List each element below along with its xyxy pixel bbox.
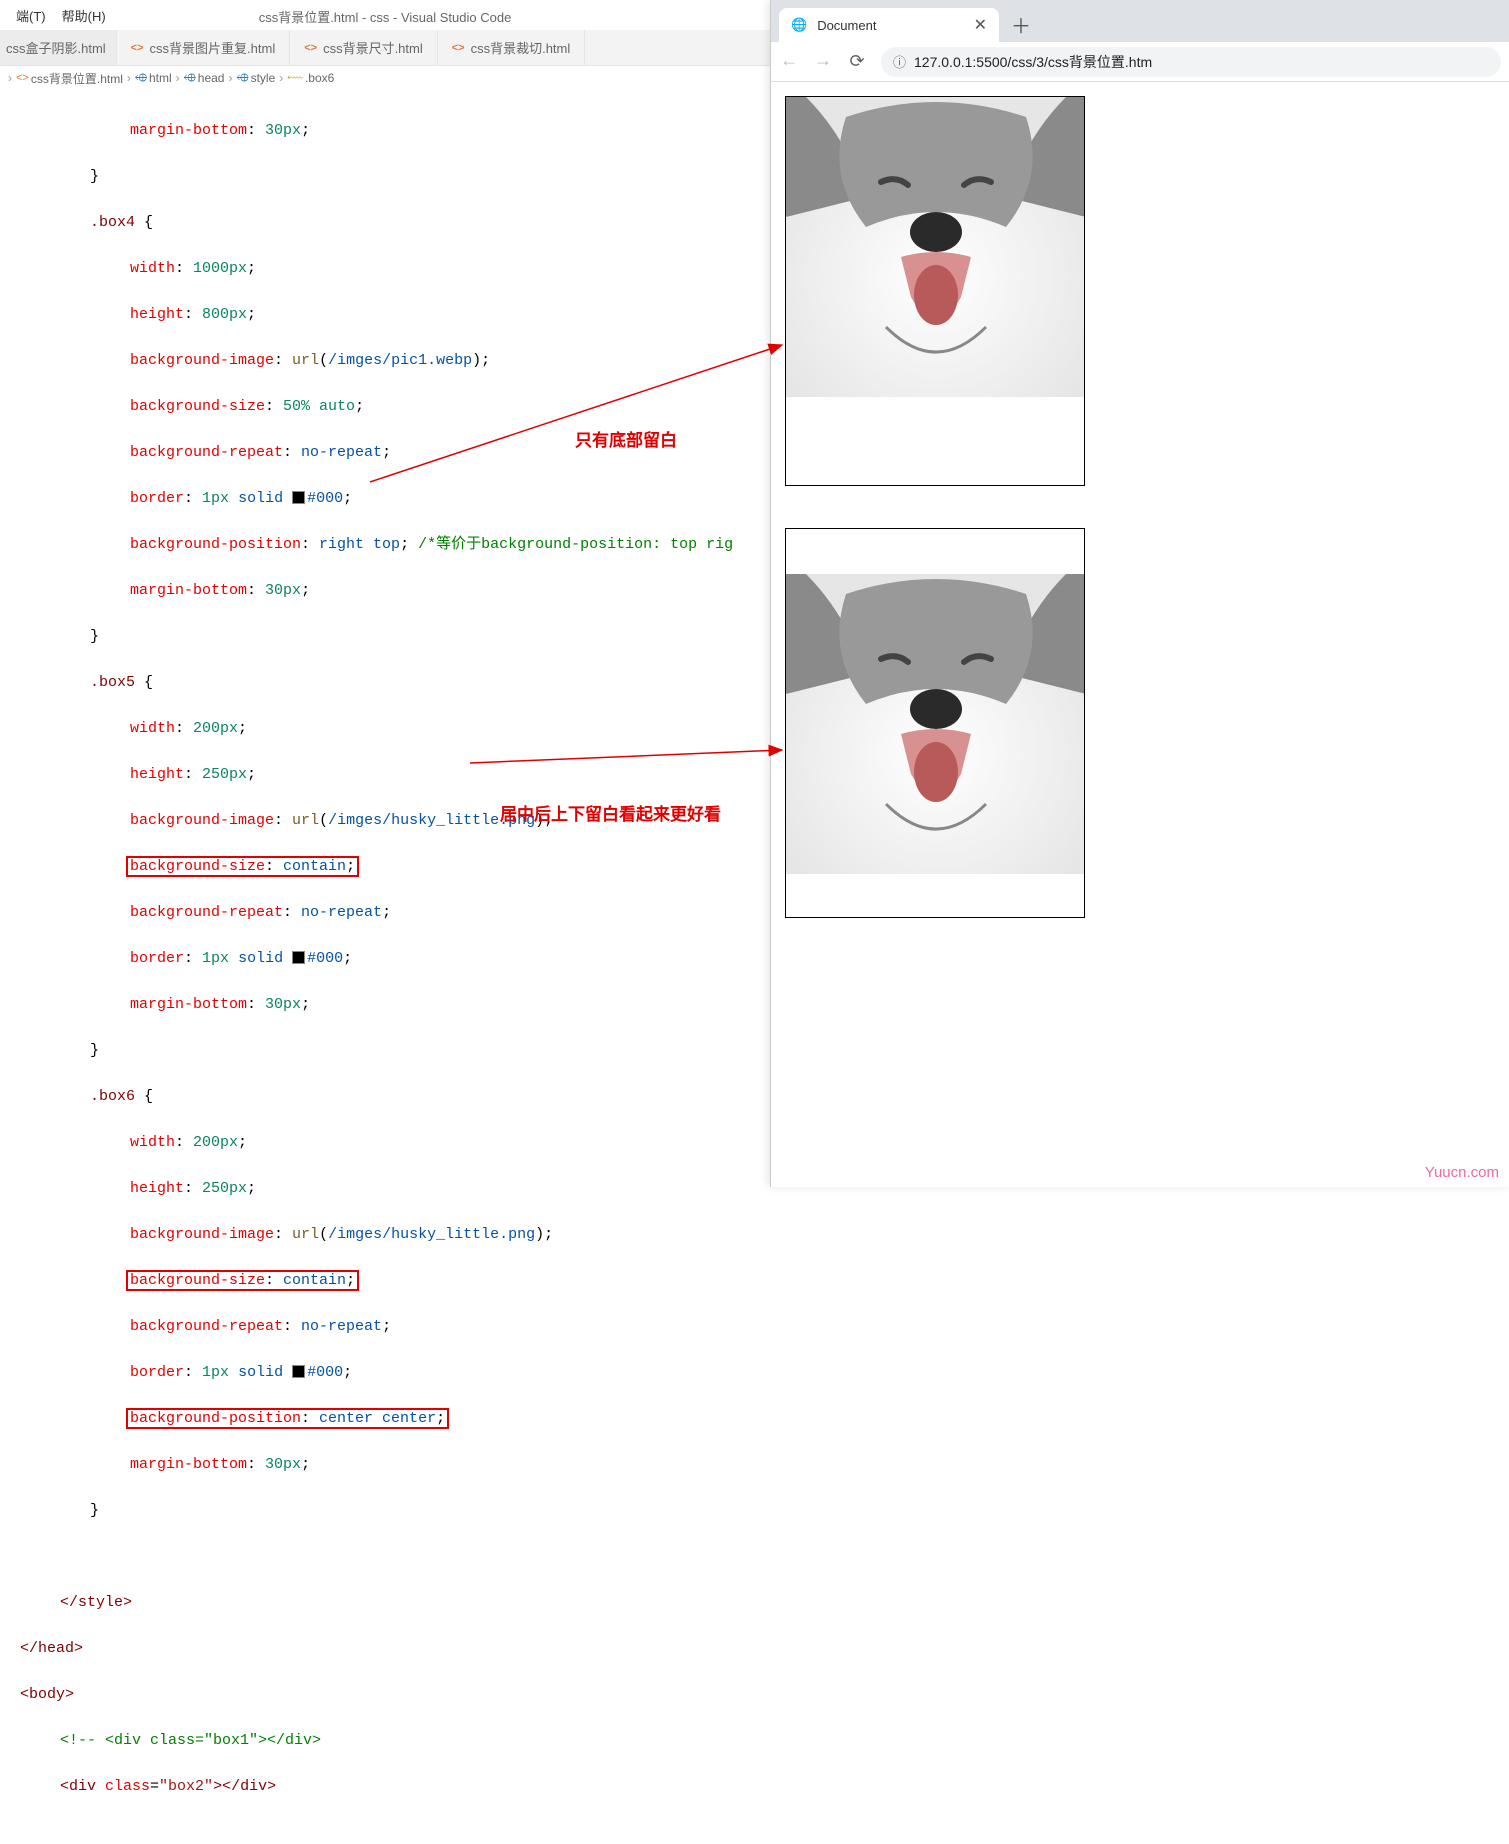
preview-box5 — [785, 96, 1085, 486]
new-tab-button[interactable]: ＋ — [999, 8, 1043, 42]
html-icon: <> — [131, 42, 144, 54]
window-title: css背景位置.html - css - Visual Studio Code — [259, 7, 512, 26]
reload-icon[interactable]: ⟳ — [847, 51, 867, 73]
tab-css-bgclip[interactable]: <>css背景裁切.html — [438, 30, 586, 65]
browser-tabstrip: 🌐 Document ✕ ＋ — [771, 0, 1509, 42]
breadcrumb[interactable]: ›<> <> css背景位置.htmlcss背景位置.html ›⬲ html … — [0, 66, 770, 90]
info-icon[interactable]: ⓘ — [893, 52, 906, 71]
tab-css-bgrepeat[interactable]: <>css背景图片重复.html — [117, 30, 291, 65]
browser-tab-title: Document — [817, 18, 876, 33]
color-swatch-icon — [292, 1365, 305, 1378]
element-icon: ⬲ — [236, 72, 248, 85]
back-icon[interactable]: ← — [779, 52, 799, 72]
menu-terminal[interactable]: 端(T) — [8, 6, 54, 25]
address-bar[interactable]: ⓘ 127.0.0.1:5500/css/3/css背景位置.htm — [881, 47, 1501, 77]
browser-toolbar: ← → ⟳ ⓘ 127.0.0.1:5500/css/3/css背景位置.htm — [771, 42, 1509, 82]
file-icon: <> — [16, 72, 29, 84]
tab-css-boxshadow[interactable]: css盒子阴影.html — [0, 30, 117, 65]
menubar: 端(T) 帮助(H) css背景位置.html - css - Visual S… — [0, 0, 770, 30]
element-icon: ⬲ — [135, 72, 147, 85]
browser-pane: 🌐 Document ✕ ＋ ← → ⟳ ⓘ 127.0.0.1:5500/cs… — [770, 0, 1509, 1187]
browser-tab[interactable]: 🌐 Document ✕ — [779, 8, 999, 42]
color-swatch-icon — [292, 951, 305, 964]
forward-icon[interactable]: → — [813, 52, 833, 72]
watermark: Yuucn.com — [1425, 1164, 1499, 1181]
close-icon[interactable]: ✕ — [954, 15, 987, 35]
element-icon: ⬲ — [184, 72, 196, 85]
husky-image — [786, 97, 1085, 397]
globe-icon: 🌐 — [791, 17, 807, 33]
code-editor[interactable]: margin-bottom: 30px; } .box4 { width: 10… — [0, 90, 770, 1844]
color-swatch-icon — [292, 491, 305, 504]
editor-tabs: css盒子阴影.html <>css背景图片重复.html <>css背景尺寸.… — [0, 30, 770, 66]
class-icon: ⬳ — [287, 72, 303, 85]
url-text: 127.0.0.1:5500/css/3/css背景位置.htm — [914, 52, 1152, 72]
html-icon: <> — [304, 42, 317, 54]
html-icon: <> — [452, 42, 465, 54]
menu-help[interactable]: 帮助(H) — [54, 6, 114, 25]
vscode-pane: 端(T) 帮助(H) css背景位置.html - css - Visual S… — [0, 0, 770, 1187]
preview-box6 — [785, 528, 1085, 918]
tab-css-bgsize[interactable]: <>css背景尺寸.html — [290, 30, 438, 65]
browser-viewport — [771, 82, 1509, 974]
husky-image — [786, 574, 1085, 874]
